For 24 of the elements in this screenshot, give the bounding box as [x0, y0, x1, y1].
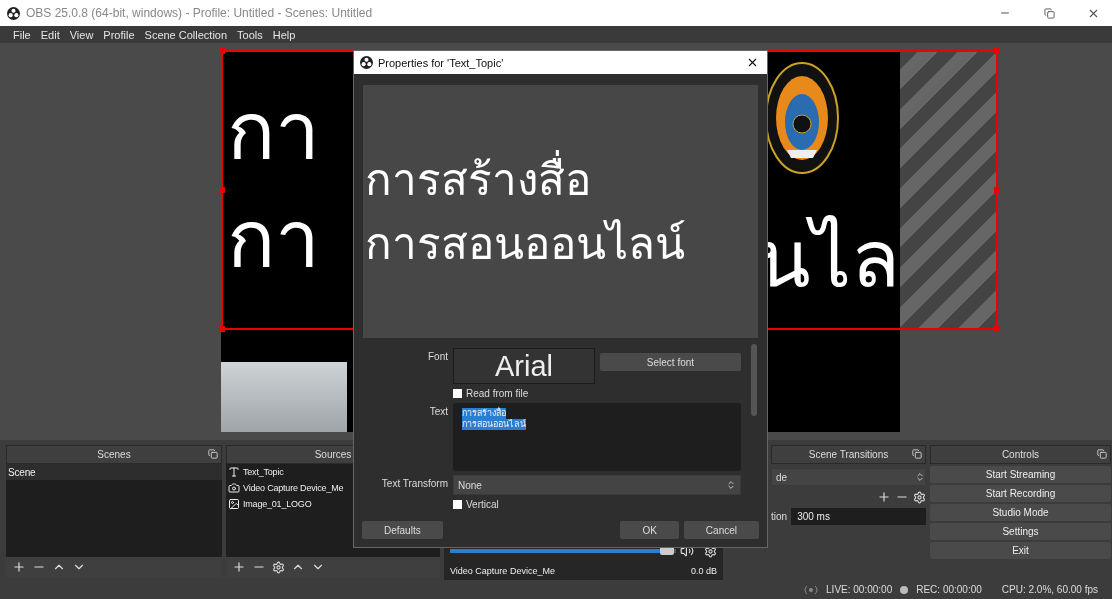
- text-transform-label: Text Transform: [380, 477, 448, 491]
- preview-text: การสอนออนไลน์: [365, 216, 686, 271]
- mixer-source-name: Video Capture Device_Me: [450, 566, 555, 576]
- rec-status: REC: 00:00:00: [916, 584, 982, 595]
- canvas-text: กา: [227, 84, 320, 180]
- preview-text: การสร้างสื่อ: [365, 147, 758, 212]
- live-status: LIVE: 00:00:00: [826, 584, 893, 595]
- dock-title: Scene Transitions: [808, 449, 889, 460]
- dock-title: Sources: [314, 449, 352, 460]
- canvas-text: นไล: [756, 212, 900, 308]
- font-label: Font: [427, 350, 448, 364]
- duration-label: tion: [771, 511, 788, 522]
- source-label: Video Capture Device_Me: [243, 483, 344, 493]
- text-label: Text: [428, 405, 448, 419]
- canvas-text: กา: [227, 192, 320, 288]
- source-label: Text_Topic: [243, 467, 284, 477]
- source-label: Image_01_LOGO: [243, 499, 312, 509]
- volume-reading: 0.0 dB: [690, 566, 717, 576]
- font-preview: Arial: [453, 348, 595, 384]
- dialog-title: Properties for 'Text_Topic': [378, 56, 504, 69]
- window-title: OBS 25.0.8 (64-bit, windows) - Profile: Untitled - Scenes: Untitled: [26, 6, 373, 20]
- dock-title: Scenes: [97, 449, 131, 460]
- dock-title: Controls: [1001, 449, 1040, 460]
- cpu-status: CPU: 2.0%, 60.00 fps: [1001, 584, 1098, 595]
